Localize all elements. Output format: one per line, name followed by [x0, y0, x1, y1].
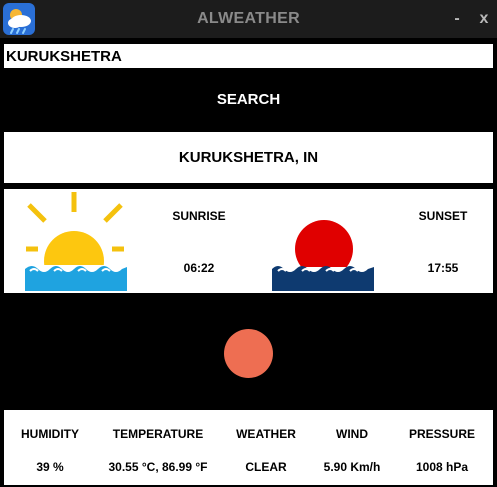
temperature-stat: TEMPERATURE 30.55 °C, 86.99 °F: [102, 410, 214, 485]
location-panel: KURUKSHETRA, IN: [4, 132, 493, 183]
sun-times-panel: SUNRISE 06:22 SUNSET 17:55: [4, 189, 493, 293]
sunrise-time: 06:22: [183, 261, 215, 275]
sunset-icon: [272, 220, 374, 291]
weather-condition-icon: [224, 329, 273, 378]
weather-label: WEATHER: [236, 427, 296, 441]
humidity-stat: HUMIDITY 39 %: [12, 410, 88, 485]
weather-stats-panel: HUMIDITY 39 % TEMPERATURE 30.55 °C, 86.9…: [4, 410, 493, 485]
wind-value: 5.90 Km/h: [323, 460, 381, 474]
humidity-label: HUMIDITY: [21, 427, 79, 441]
pressure-label: PRESSURE: [408, 427, 476, 441]
title-bar: ALWEATHER - x: [0, 0, 497, 38]
weather-stat: WEATHER CLEAR: [228, 410, 304, 485]
temperature-value: 30.55 °C, 86.99 °F: [108, 460, 208, 474]
app-title: ALWEATHER: [197, 10, 300, 27]
wind-label: WIND: [336, 427, 368, 441]
humidity-value: 39 %: [36, 460, 64, 474]
minimize-button[interactable]: -: [447, 0, 467, 38]
location-label: KURUKSHETRA, IN: [178, 149, 319, 166]
sunrise-label: SUNRISE: [172, 209, 226, 223]
wind-stat: WIND 5.90 Km/h: [314, 410, 390, 485]
pressure-value: 1008 hPa: [415, 460, 469, 474]
sunrise-icon: [25, 192, 127, 291]
search-button[interactable]: SEARCH: [180, 86, 317, 114]
city-search-input[interactable]: [4, 44, 493, 68]
sunset-label: SUNSET: [418, 209, 468, 223]
pressure-stat: PRESSURE 1008 hPa: [402, 410, 482, 485]
temperature-label: TEMPERATURE: [112, 427, 204, 441]
weather-value: CLEAR: [245, 460, 287, 474]
close-button[interactable]: x: [474, 0, 494, 38]
sunset-time: 17:55: [427, 261, 459, 275]
